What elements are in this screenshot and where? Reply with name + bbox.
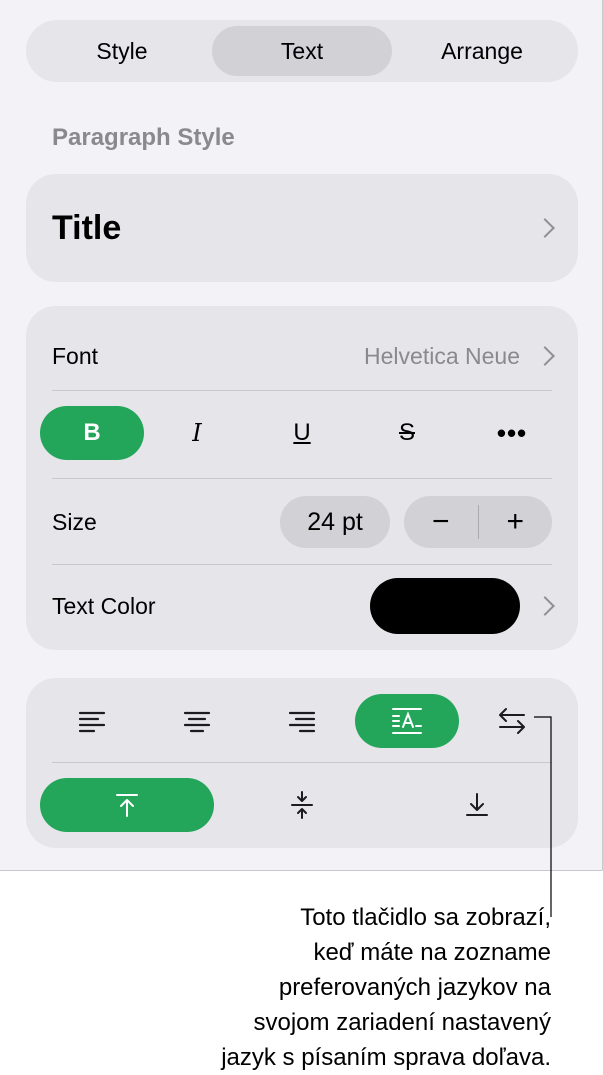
size-value-field[interactable]: 24 pt <box>280 496 390 548</box>
paragraph-style-value: Title <box>52 208 122 247</box>
italic-button[interactable]: I <box>145 406 249 460</box>
divider <box>52 478 552 479</box>
text-color-row[interactable]: Text Color <box>52 578 555 634</box>
strikethrough-button[interactable]: S <box>355 406 459 460</box>
underline-button[interactable]: U <box>250 406 354 460</box>
font-row[interactable]: Font Helvetica Neue <box>52 334 555 378</box>
font-label: Font <box>52 342 99 369</box>
align-center-button[interactable] <box>145 694 249 748</box>
more-styles-button[interactable]: ••• <box>460 406 564 460</box>
text-direction-icon <box>499 708 525 734</box>
divider <box>52 390 552 391</box>
font-style-buttons: B I U S ••• <box>40 406 564 460</box>
vertical-align-top-button[interactable] <box>40 778 214 832</box>
font-settings-card: Font Helvetica Neue B I U S ••• Size 24 … <box>26 306 578 650</box>
tab-text[interactable]: Text <box>212 26 392 76</box>
paragraph-style-selector[interactable]: Title <box>26 174 578 282</box>
divider <box>52 762 552 763</box>
chevron-right-icon <box>535 346 555 366</box>
align-left-button[interactable] <box>40 694 144 748</box>
align-top-icon <box>116 794 138 817</box>
paragraph-style-heading: Paragraph Style <box>52 124 235 151</box>
format-panel: Style Text Arrange Paragraph Style Title… <box>0 0 603 871</box>
increase-size-button[interactable]: + <box>479 505 553 539</box>
tab-arrange[interactable]: Arrange <box>392 26 572 76</box>
fit-text-button[interactable] <box>355 694 459 748</box>
alignment-card <box>26 678 578 848</box>
bold-button[interactable]: B <box>40 406 144 460</box>
chevron-right-icon <box>535 218 555 238</box>
align-center-icon <box>183 711 211 733</box>
divider <box>52 564 552 565</box>
callout-leader-line <box>534 716 552 917</box>
align-right-icon <box>288 711 316 733</box>
callout-line: keď máte na zozname <box>313 939 551 966</box>
align-right-button[interactable] <box>250 694 354 748</box>
text-color-swatch <box>370 578 520 634</box>
size-row: Size 24 pt − + <box>52 496 552 548</box>
callout-line: preferovaných jazykov na <box>278 974 551 1001</box>
chevron-right-icon <box>535 596 555 616</box>
text-color-label: Text Color <box>52 592 156 619</box>
size-stepper: − + <box>404 496 552 548</box>
tab-style[interactable]: Style <box>32 26 212 76</box>
format-tabs: Style Text Arrange <box>26 20 578 82</box>
vertical-align-middle-button[interactable] <box>215 778 389 832</box>
fit-text-icon <box>392 708 422 734</box>
callout-line: svojom zariadení nastavený <box>253 1009 552 1036</box>
align-left-icon <box>78 711 106 733</box>
font-value: Helvetica Neue <box>364 342 520 369</box>
align-middle-icon <box>291 791 313 819</box>
size-label: Size <box>52 508 97 535</box>
callout-line: Toto tlačidlo sa zobrazí, <box>300 904 551 931</box>
callout-text: Toto tlačidlo sa zobrazí, keď máte na zo… <box>111 900 551 1075</box>
align-bottom-icon <box>466 793 488 816</box>
decrease-size-button[interactable]: − <box>404 505 478 539</box>
callout-line: jazyk s písaním sprava doľava. <box>221 1044 551 1071</box>
